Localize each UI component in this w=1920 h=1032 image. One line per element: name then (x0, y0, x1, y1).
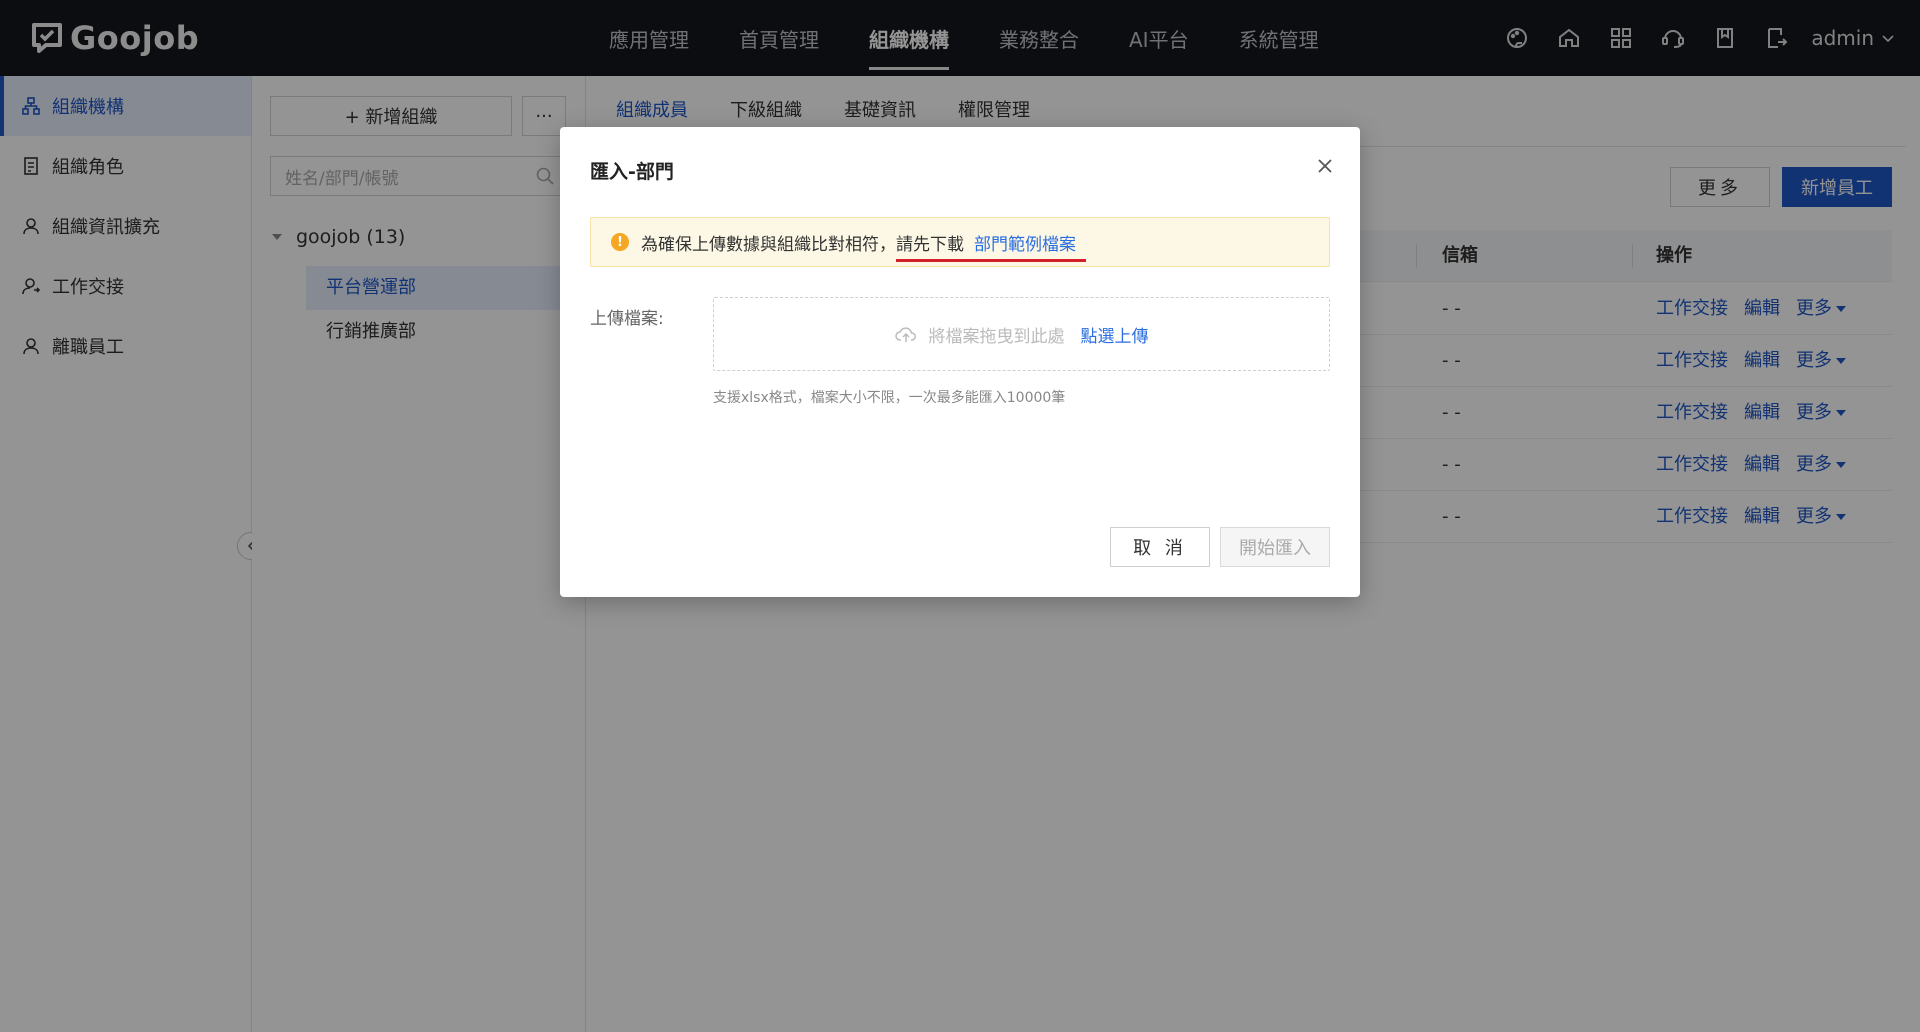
upload-dropzone[interactable]: 將檔案拖曳到此處 點選上傳 (713, 297, 1330, 371)
close-icon[interactable] (1314, 155, 1336, 177)
start-import-button[interactable]: 開始匯入 (1220, 527, 1330, 567)
warning-icon: ! (611, 233, 629, 251)
click-upload-link[interactable]: 點選上傳 (1081, 322, 1149, 347)
import-department-dialog: 匯入-部門 ! 為確保上傳數據與組織比對相符， 請先下載 部門範例檔案 上傳檔案… (560, 127, 1360, 597)
alert-text: 為確保上傳數據與組織比對相符， (641, 234, 896, 255)
upload-hint: 支援xlsx格式，檔案大小不限，一次最多能匯入10000筆 (713, 390, 1066, 406)
department-template-link[interactable]: 部門範例檔案 (974, 230, 1076, 255)
dialog-title: 匯入-部門 (590, 161, 674, 183)
cancel-button[interactable]: 取 消 (1110, 527, 1210, 567)
cloud-upload-icon (894, 327, 916, 342)
drop-text: 將檔案拖曳到此處 (928, 326, 1065, 347)
upload-file-label: 上傳檔案: (590, 309, 664, 329)
alert-download-text: 請先下載 (896, 230, 1086, 262)
download-template-alert: ! 為確保上傳數據與組織比對相符， 請先下載 部門範例檔案 (590, 217, 1330, 267)
